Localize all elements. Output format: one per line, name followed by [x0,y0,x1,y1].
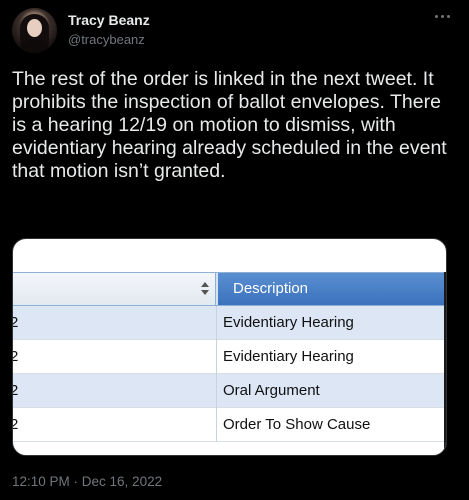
column-divider [216,306,217,340]
table-row: 2 Oral Argument [13,374,446,408]
dot [440,14,444,18]
row-description: Oral Argument [223,382,320,399]
dot [434,14,438,18]
row-number: 2 [13,382,18,399]
description-column-label: Description [233,280,309,297]
handle[interactable]: @tracybeanz [68,32,145,47]
display-name[interactable]: Tracy Beanz [68,12,150,28]
row-description: Order To Show Cause [223,416,371,433]
row-number: 2 [13,314,18,331]
column-divider [216,374,217,408]
sortable-column-header[interactable] [13,273,216,305]
timestamp[interactable]: 12:10 PM · Dec 16, 2022 [12,474,162,489]
table-row: 2 Order To Show Cause [13,408,446,442]
image-edge [444,272,446,455]
sort-arrows-icon[interactable] [200,281,210,297]
table-header-row: Description [13,272,446,306]
row-number: 2 [13,348,18,365]
row-description: Evidentiary Hearing [223,348,354,365]
table-row: 2 Evidentiary Hearing [13,340,446,374]
column-divider [216,340,217,374]
avatar[interactable] [12,8,57,53]
row-description: Evidentiary Hearing [223,314,354,331]
avatar-face [27,19,42,37]
tweet-media-image[interactable]: Description 2 Evidentiary Hearing 2 Evid… [12,238,447,456]
table-row: 2 Evidentiary Hearing [13,306,446,340]
row-number: 2 [13,416,18,433]
more-options-icon[interactable] [430,6,454,26]
dot [446,14,450,18]
tweet-text: The rest of the order is linked in the n… [12,68,447,182]
column-divider [216,408,217,442]
tweet: Tracy Beanz @tracybeanz The rest of the … [0,0,469,500]
